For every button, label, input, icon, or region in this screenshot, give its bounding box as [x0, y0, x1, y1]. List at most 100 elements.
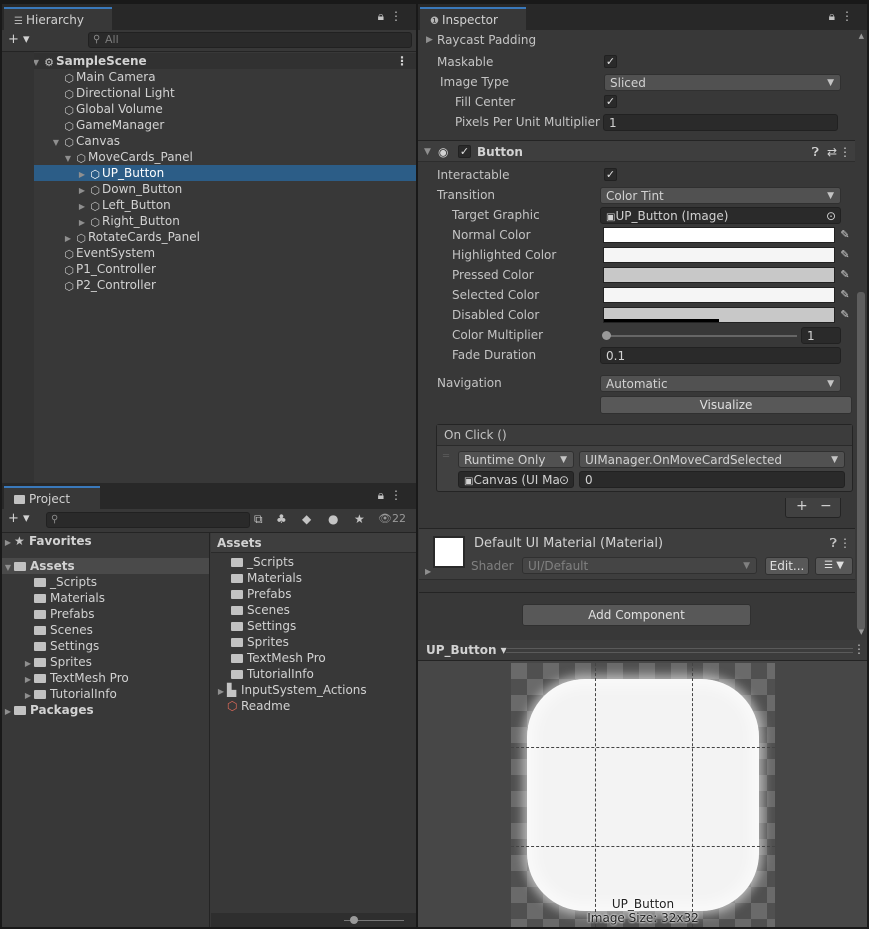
tree-folder[interactable]: ▶ Sprites	[2, 654, 209, 670]
eyedropper-icon[interactable]: ✎	[838, 247, 852, 263]
log-types-icon[interactable]: ●	[328, 512, 338, 526]
edit-shader-button[interactable]: Edit...	[765, 557, 809, 575]
color-multiplier-input[interactable]: 1	[801, 327, 841, 344]
tree-item[interactable]: ⬡ P2_Controller	[2, 277, 416, 293]
content-item[interactable]: Sprites	[211, 634, 416, 650]
collapse-arrow-icon[interactable]: ▶	[2, 704, 14, 720]
content-item[interactable]: TextMesh Pro	[211, 650, 416, 666]
normal-color-swatch[interactable]	[603, 227, 835, 243]
eyedropper-icon[interactable]: ✎	[838, 307, 852, 323]
highlighted-color-swatch[interactable]	[603, 247, 835, 263]
kebab-menu-icon[interactable]: ⋮	[390, 9, 408, 23]
scene-row[interactable]: ◉✋︎▼⚙SampleScene ⋮	[2, 53, 416, 69]
preview-drag-bar[interactable]	[506, 648, 853, 653]
transition-dropdown[interactable]: Color Tint ▼	[600, 187, 841, 204]
kebab-menu-icon[interactable]: ⋮	[390, 488, 408, 502]
hidden-packages-eye-icon[interactable]: 👁︎22	[378, 512, 406, 525]
tree-folder[interactable]: Settings	[2, 638, 209, 654]
argument-input[interactable]: 0	[579, 471, 845, 488]
hierarchy-tab-menu[interactable]: 🔒︎⋮	[378, 9, 408, 24]
tree-item[interactable]: ▶ ⬡ Left_Button	[2, 197, 416, 213]
component-menu-icon[interactable]: ⋮	[839, 536, 851, 550]
tree-folder[interactable]: Prefabs	[2, 606, 209, 622]
tree-item[interactable]: ▼ ⬡ MoveCards_Panel	[2, 149, 416, 165]
help-icon[interactable]: ❓︎	[812, 141, 819, 163]
slider-thumb[interactable]	[350, 916, 358, 924]
tree-folder[interactable]: Materials	[2, 590, 209, 606]
add-component-button[interactable]: Add Component	[522, 604, 751, 626]
visualize-button[interactable]: Visualize	[600, 396, 852, 414]
favorites-star-icon[interactable]: ★	[354, 512, 365, 526]
runtime-dropdown[interactable]: Runtime Only ▼	[458, 451, 574, 468]
pressed-color-swatch[interactable]	[603, 267, 835, 283]
shader-dropdown[interactable]: UI/Default ▼	[522, 557, 757, 574]
icon-size-slider[interactable]	[211, 913, 416, 927]
content-item[interactable]: Prefabs	[211, 586, 416, 602]
content-item[interactable]: Materials	[211, 570, 416, 586]
tree-packages[interactable]: ▶ Packages	[2, 702, 209, 718]
content-item[interactable]: Settings	[211, 618, 416, 634]
selected-color-swatch[interactable]	[603, 287, 835, 303]
tree-item[interactable]: ⬡ P1_Controller	[2, 261, 416, 277]
help-icon[interactable]: ❓︎	[830, 536, 837, 551]
eyedropper-icon[interactable]: ✎	[838, 267, 852, 283]
ppu-input[interactable]: 1	[603, 114, 838, 131]
lock-icon[interactable]: 🔒︎	[378, 488, 390, 502]
tree-item[interactable]: ⬡ EventSystem	[2, 245, 416, 261]
tree-item[interactable]: ⬡ Main Camera	[2, 69, 416, 85]
tree-folder[interactable]: Scenes	[2, 622, 209, 638]
presets-icon[interactable]: ⇄	[827, 141, 837, 163]
component-enabled-checkbox[interactable]: ✓	[458, 145, 471, 158]
tree-favorites[interactable]: ▶ ★ Favorites	[2, 533, 209, 549]
add-listener-button[interactable]: +	[796, 498, 808, 514]
filter-by-type-icon[interactable]: ♣	[276, 512, 287, 526]
object-picker-icon[interactable]: ⊙	[826, 208, 836, 224]
content-item[interactable]: Scenes	[211, 602, 416, 618]
tree-folder[interactable]: ▶ TextMesh Pro	[2, 670, 209, 686]
collapse-arrow-icon[interactable]: ▶	[2, 535, 14, 551]
drag-handle-icon[interactable]: ═	[443, 451, 449, 462]
interactable-checkbox[interactable]: ✓	[604, 168, 617, 181]
tree-item[interactable]: ▶ ⬡ RotateCards_Panel	[2, 229, 416, 245]
component-menu-icon[interactable]: ⋮	[839, 141, 851, 163]
create-dropdown-button[interactable]: + ▾	[8, 32, 30, 47]
tree-item[interactable]: ▼ ⬡ Canvas	[2, 133, 416, 149]
scroll-down-arrow-icon[interactable]: ▼	[859, 628, 864, 636]
target-graphic-field[interactable]: ▣UP_Button (Image) ⊙	[600, 207, 841, 224]
foldout-arrow-icon[interactable]: ▶	[425, 567, 431, 576]
tree-folder[interactable]: _Scripts	[2, 574, 209, 590]
color-multiplier-slider-track[interactable]	[605, 335, 797, 337]
tree-item[interactable]: ⬡ Global Volume	[2, 101, 416, 117]
image-type-dropdown[interactable]: Sliced ▼	[604, 74, 841, 91]
project-search-input[interactable]: ⚲	[46, 512, 250, 528]
tree-assets[interactable]: ▼ Assets	[2, 558, 209, 574]
remove-listener-button[interactable]: −	[820, 498, 832, 514]
search-by-type-icon[interactable]: ⧉	[254, 512, 263, 527]
fade-duration-input[interactable]: 0.1	[600, 347, 841, 364]
maskable-checkbox[interactable]: ✓	[604, 55, 617, 68]
create-dropdown-button[interactable]: + ▾	[8, 511, 30, 526]
tab-hierarchy[interactable]: ☰ Hierarchy	[4, 7, 112, 30]
tree-folder[interactable]: ▶ TutorialInfo	[2, 686, 209, 702]
target-object-field[interactable]: ▣Canvas (UI Ma ⊙	[458, 471, 574, 488]
foldout-arrow-icon[interactable]: ▼	[424, 141, 431, 163]
tree-item-selected[interactable]: ▶ ⬡ UP_Button	[2, 165, 416, 181]
eyedropper-icon[interactable]: ✎	[838, 227, 852, 243]
content-item[interactable]: ▶ ▙ InputSystem_Actions	[211, 682, 416, 698]
color-multiplier-slider-thumb[interactable]	[602, 331, 611, 340]
filter-by-label-icon[interactable]: ◆	[302, 512, 311, 526]
scene-menu-icon[interactable]: ⋮	[396, 53, 408, 69]
tree-item[interactable]: ⬡ Directional Light	[2, 85, 416, 101]
lock-icon[interactable]: 🔒︎	[378, 9, 390, 23]
shader-options-button[interactable]: ☰ ▼	[815, 557, 853, 575]
preview-menu-icon[interactable]: ⋮	[853, 642, 865, 656]
tree-item[interactable]: ⬡ GameManager	[2, 117, 416, 133]
button-component-header[interactable]: ▼ ◉ ✓ Button ❓︎ ⇄ ⋮	[418, 140, 855, 162]
fill-center-checkbox[interactable]: ✓	[604, 95, 617, 108]
content-item[interactable]: TutorialInfo	[211, 666, 416, 682]
eyedropper-icon[interactable]: ✎	[838, 287, 852, 303]
scroll-up-arrow-icon[interactable]: ▲	[859, 32, 864, 40]
function-dropdown[interactable]: UIManager.OnMoveCardSelected ▼	[579, 451, 845, 468]
raycast-padding-row[interactable]: ▶ Raycast Padding	[418, 30, 857, 50]
inspector-scrollbar-thumb[interactable]	[857, 292, 865, 630]
